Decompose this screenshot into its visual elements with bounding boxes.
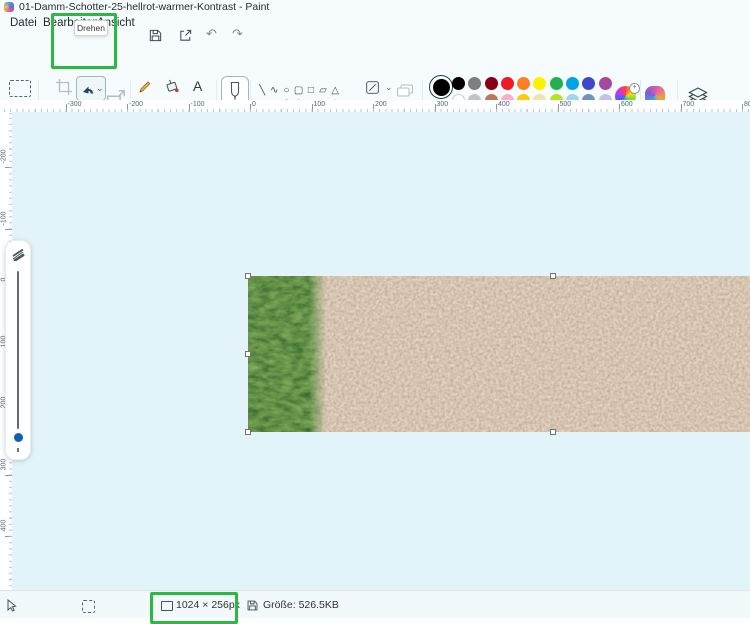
color-swatch[interactable] <box>566 77 580 90</box>
selection-handle[interactable] <box>245 429 251 435</box>
color-swatch[interactable] <box>533 77 547 90</box>
ruler-label: 500 <box>559 101 572 108</box>
paint-window: 01-Damm-Schotter-25-hellrot-warmer-Kontr… <box>0 0 750 624</box>
add-color-icon[interactable]: + <box>629 83 640 94</box>
pasted-image[interactable] <box>248 276 750 432</box>
paint-app-icon <box>4 2 14 12</box>
rotate-button[interactable]: ⌄ <box>76 76 106 101</box>
chevron-down-icon[interactable]: ⌄ <box>385 83 393 92</box>
selection-handle[interactable] <box>550 429 556 435</box>
selection-size-text: 1024 × 256px <box>176 599 240 611</box>
shape-button[interactable]: △ <box>329 84 341 98</box>
ruler-label: 700 <box>682 101 695 108</box>
shape-button[interactable]: ∿ <box>268 84 280 98</box>
shape-outline-icon[interactable] <box>365 80 380 95</box>
selection-status-icon <box>82 600 95 613</box>
tooltip-drehen: Drehen <box>74 20 108 36</box>
shape-button[interactable]: ▱ <box>317 84 329 98</box>
selection-handle[interactable] <box>550 273 556 279</box>
text-tool-icon[interactable]: A <box>193 78 202 94</box>
color-swatch[interactable] <box>517 77 531 90</box>
ruler-tick <box>742 104 743 112</box>
ruler-label: 200 <box>375 101 387 108</box>
file-size-text: Größe: 526.5KB <box>263 599 339 611</box>
slider-handle[interactable] <box>13 433 23 442</box>
ruler-label: 400 <box>498 101 510 108</box>
crop-icon[interactable] <box>55 78 73 96</box>
ruler-label: 800 <box>744 101 750 108</box>
ruler-tick <box>5 228 12 230</box>
ruler-tick <box>5 474 12 476</box>
copy-style-icon[interactable] <box>396 83 414 98</box>
ruler-tick <box>250 104 251 112</box>
ruler-tick <box>127 104 128 112</box>
ruler-label: -200 <box>0 149 8 164</box>
color-swatch[interactable] <box>452 77 465 90</box>
ruler-tick <box>5 167 12 168</box>
ruler-tick <box>496 104 497 112</box>
ruler-label: 0 <box>252 101 256 108</box>
primary-color-well[interactable] <box>429 75 453 99</box>
ruler-tick <box>5 536 12 537</box>
ribbon-toolbar: ⌄ Auswahl ⌄ ⣿⣿ ⌄ Bild <box>0 36 750 133</box>
rotate-icon <box>83 86 93 94</box>
selection-handle[interactable] <box>245 351 251 357</box>
shape-button[interactable]: □ <box>305 84 317 98</box>
file-size-icon <box>247 600 258 611</box>
pencil-icon[interactable] <box>137 78 153 95</box>
color-swatch[interactable] <box>484 77 498 90</box>
ruler-tick <box>557 104 559 112</box>
ruler-label: 600 <box>621 101 633 108</box>
window-title: 01-Damm-Schotter-25-hellrot-warmer-Kontr… <box>19 1 270 13</box>
ruler-label: 100 <box>313 101 326 108</box>
color-swatch[interactable] <box>598 77 612 90</box>
ruler-label: -100 <box>0 211 8 226</box>
primary-color-swatch <box>432 78 450 96</box>
ruler-label: 400 <box>0 519 8 532</box>
canvas-area[interactable] <box>12 112 750 590</box>
status-bar: 1024 × 256px Größe: 526.5KB <box>0 590 750 619</box>
cursor-icon <box>7 599 17 612</box>
bottom-strip <box>0 618 750 624</box>
color-swatch[interactable] <box>549 77 563 90</box>
ruler-tick <box>311 104 313 112</box>
ruler-tick <box>65 104 67 112</box>
menu-datei[interactable]: Datei <box>10 17 37 29</box>
slider-track[interactable] <box>17 271 19 429</box>
ruler-tick <box>434 104 436 112</box>
selection-handle[interactable] <box>245 273 251 279</box>
ruler-label: -300 <box>67 101 82 108</box>
slider-tick <box>17 448 19 452</box>
shape-button[interactable]: ╲ <box>256 84 268 98</box>
shape-button[interactable]: ▢ <box>293 84 305 98</box>
ruler-label: -100 <box>190 101 205 108</box>
chevron-down-icon[interactable]: ⌄ <box>96 84 104 93</box>
ruler-label: -200 <box>129 101 144 108</box>
dimensions-icon <box>161 601 173 611</box>
color-swatch[interactable] <box>582 77 596 90</box>
selection-tool-icon[interactable] <box>9 80 31 97</box>
fill-bucket-icon[interactable] <box>163 77 180 94</box>
title-bar: 01-Damm-Schotter-25-hellrot-warmer-Kontr… <box>0 0 750 14</box>
palette-row-1 <box>452 77 612 90</box>
ruler-label: 300 <box>436 101 449 108</box>
ruler-label: 300 <box>0 458 8 470</box>
ruler-tick <box>373 104 374 112</box>
color-swatch[interactable] <box>500 77 514 90</box>
shape-button[interactable]: ○ <box>280 84 292 98</box>
menu-bar: Datei Bearbeiten Ansicht ↶ ↷ <box>0 14 750 42</box>
ruler-tick <box>188 104 190 112</box>
thickness-slider-panel <box>5 240 31 460</box>
ruler-tick <box>619 104 620 112</box>
thickness-icon <box>12 249 25 261</box>
color-swatch[interactable] <box>468 77 482 90</box>
ruler-tick <box>680 104 682 112</box>
